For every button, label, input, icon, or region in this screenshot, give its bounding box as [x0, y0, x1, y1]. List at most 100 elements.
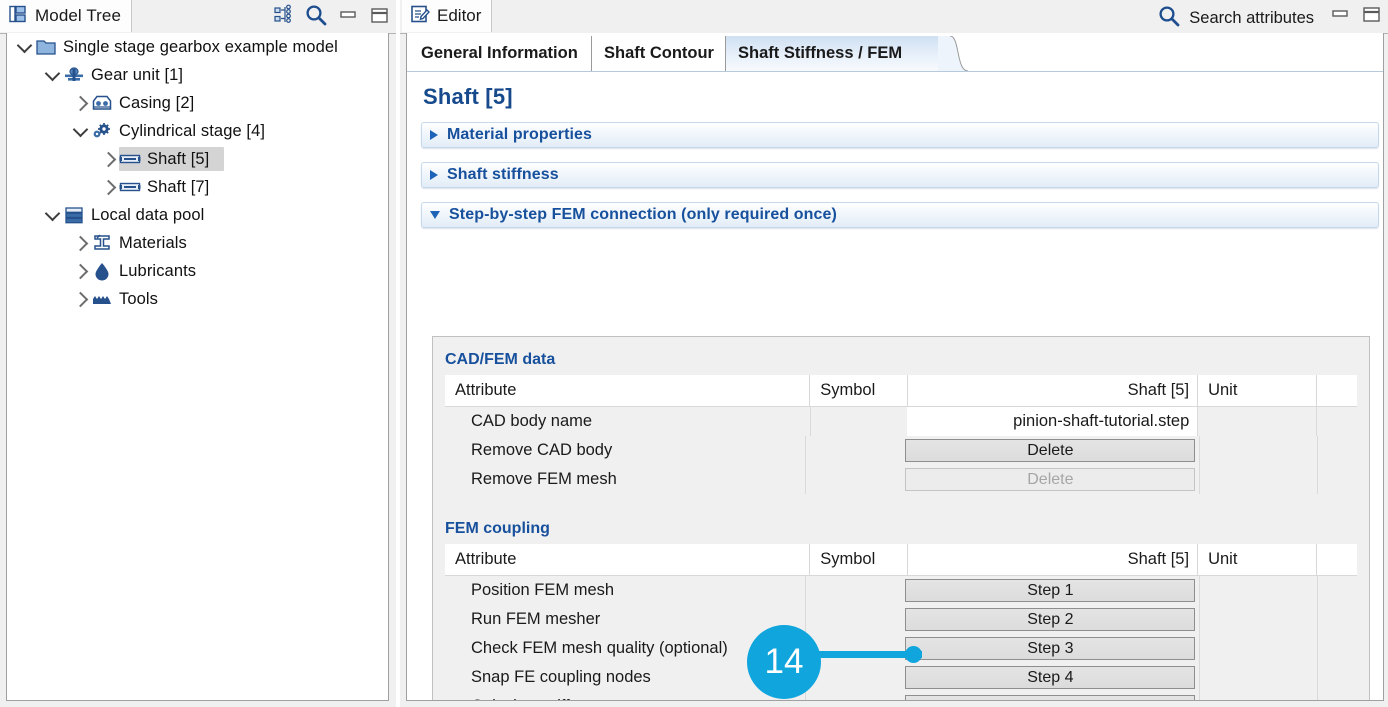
tab-model-tree[interactable]: Model Tree [0, 0, 133, 32]
editor-subtabs[interactable]: General Information Shaft Contour Shaft St… [407, 33, 1383, 72]
chevron-right-icon[interactable] [97, 145, 119, 173]
tree-item-shaft-7[interactable]: Shaft [7] [7, 173, 388, 201]
subtab-label: General Information [421, 44, 578, 62]
triangle-right-icon[interactable] [430, 170, 438, 180]
row-spacer-cell [1316, 465, 1357, 494]
subtab-label: Shaft Stiffness / FEM [738, 44, 903, 62]
search-attributes-label: Search attributes [1189, 8, 1314, 27]
group-title: FEM coupling [445, 520, 550, 537]
tree-item-local-data-pool[interactable]: Local data pool [7, 201, 388, 229]
action-button-step-1[interactable]: Step 1 [905, 579, 1196, 602]
column-header-attribute: Attribute [455, 381, 517, 399]
data-pool-icon [63, 204, 85, 226]
chevron-right-icon[interactable] [97, 173, 119, 201]
row-value-cell: pinion-shaft-tutorial.step [907, 407, 1198, 436]
section-header-label: Material properties [447, 126, 593, 143]
column-header-unit: Unit [1197, 374, 1316, 407]
model-tree-list[interactable]: Single stage gearbox example model Gear u… [6, 33, 389, 701]
action-button-step-4[interactable]: Step 4 [905, 666, 1196, 689]
action-button-step-5[interactable]: Step 5 [905, 695, 1196, 700]
minimize-icon[interactable] [1329, 3, 1351, 25]
tree-item-single-stage-gearbox-example-model[interactable]: Single stage gearbox example model [7, 33, 388, 61]
table-row: Snap FE coupling nodes Step 4 [445, 663, 1357, 692]
section-header-label: Shaft stiffness [447, 166, 559, 183]
attributes-table: Attribute Symbol Shaft [5] Unit Position FEM… [445, 543, 1357, 700]
minimize-icon[interactable] [337, 4, 359, 26]
column-header-attribute: Attribute [455, 550, 517, 568]
group-cad-fem-data: CAD/FEM data Attribute Symbol Shaft [5] Unit… [433, 351, 1369, 494]
search-icon[interactable] [1157, 4, 1181, 32]
table-header-row: Attribute Symbol Shaft [5] Unit [445, 374, 1357, 407]
tree-item-shaft-5[interactable]: Shaft [5] [7, 145, 388, 173]
triangle-right-icon[interactable] [430, 130, 438, 140]
row-unit-cell [1199, 634, 1316, 663]
tree-item-materials[interactable]: Materials [7, 229, 388, 257]
tree-item-tools[interactable]: Tools [7, 285, 388, 313]
shaft-icon [119, 176, 141, 198]
section-header-material-properties[interactable]: Material properties [421, 122, 1379, 148]
column-header-spacer [1316, 543, 1357, 576]
lubricants-icon [91, 260, 113, 282]
tree-item-label: Shaft [5] [147, 149, 210, 168]
row-attribute-label: Run FEM mesher [471, 610, 601, 628]
table-row: Remove CAD body Delete [445, 436, 1357, 465]
table-row: Check FEM mesh quality (optional) Step 3 [445, 634, 1357, 663]
action-button-delete[interactable]: Delete [905, 439, 1196, 462]
row-value-cell: Step 5 [901, 692, 1199, 700]
row-spacer-cell [1316, 436, 1357, 465]
tree-item-lubricants[interactable]: Lubricants [7, 257, 388, 285]
fem-connection-panel: CAD/FEM data Attribute Symbol Shaft [5] Unit… [432, 336, 1370, 700]
tab-general-information[interactable]: General Information [409, 36, 592, 71]
gear-unit-icon [63, 64, 85, 86]
tab-editor[interactable]: Editor [402, 0, 493, 32]
chevron-down-icon[interactable] [41, 61, 63, 89]
tree-item-gear-unit-1[interactable]: Gear unit [1] [7, 61, 388, 89]
chevron-right-icon[interactable] [69, 229, 91, 257]
column-header-symbol: Symbol [809, 374, 907, 407]
row-value-cell: Delete [901, 436, 1199, 465]
cad-body-name-field[interactable]: pinion-shaft-tutorial.step [907, 407, 1198, 436]
link-with-editor-icon[interactable] [273, 4, 295, 26]
editor-body: General Information Shaft Contour Shaft St… [406, 33, 1384, 701]
model-tree-icon [8, 4, 28, 28]
action-button-step-2[interactable]: Step 2 [905, 608, 1196, 631]
tab-editor-label: Editor [437, 6, 482, 25]
row-symbol-cell [805, 692, 901, 700]
tab-shaft-contour[interactable]: Shaft Contour [592, 36, 726, 71]
row-value-cell: Step 4 [901, 663, 1199, 692]
triangle-down-icon[interactable] [430, 211, 440, 219]
chevron-right-icon[interactable] [69, 285, 91, 313]
model-tree-tabbar: Model Tree [0, 0, 396, 34]
tab-shaft-stiffness-fem[interactable]: Shaft Stiffness / FEM [726, 36, 938, 71]
tools-icon [91, 288, 113, 310]
tree-item-label: Shaft [7] [147, 177, 210, 196]
chevron-down-icon[interactable] [69, 117, 91, 145]
search-attributes-control[interactable]: Search attributes [1157, 4, 1314, 32]
tree-item-cylindrical-stage-4[interactable]: Cylindrical stage [4] [7, 117, 388, 145]
section-header-label: Step-by-step FEM connection (only requir… [449, 206, 837, 223]
column-header-value: Shaft [5] [906, 543, 1197, 576]
table-row: Position FEM mesh Step 1 [445, 576, 1357, 605]
tab-model-tree-label: Model Tree [35, 6, 122, 25]
editor-tabbar: Editor Search attributes [400, 0, 1388, 34]
row-symbol-cell [805, 436, 901, 465]
search-icon[interactable] [304, 3, 328, 27]
action-button-step-3[interactable]: Step 3 [905, 637, 1196, 660]
group-fem-coupling: FEM coupling Attribute Symbol Shaft [5] Unit… [433, 520, 1369, 700]
subtab-label: Shaft Contour [604, 44, 714, 62]
row-unit-cell [1199, 692, 1316, 700]
chevron-down-icon[interactable] [41, 201, 63, 229]
maximize-icon[interactable] [1360, 3, 1382, 25]
section-header-shaft-stiffness[interactable]: Shaft stiffness [421, 162, 1379, 188]
active-tab-slope [938, 36, 968, 71]
callout-badge-14: 14 [747, 625, 821, 699]
tree-item-casing-2[interactable]: Casing [2] [7, 89, 388, 117]
maximize-icon[interactable] [368, 4, 390, 26]
section-header-step-by-step-fem-connection-only-require[interactable]: Step-by-step FEM connection (only requir… [421, 202, 1379, 228]
chevron-down-icon[interactable] [13, 33, 35, 61]
chevron-right-icon[interactable] [69, 89, 91, 117]
row-attribute-label: CAD body name [471, 412, 593, 430]
row-value-cell: Step 3 [901, 634, 1199, 663]
chevron-right-icon[interactable] [69, 257, 91, 285]
column-header-spacer [1316, 374, 1357, 407]
